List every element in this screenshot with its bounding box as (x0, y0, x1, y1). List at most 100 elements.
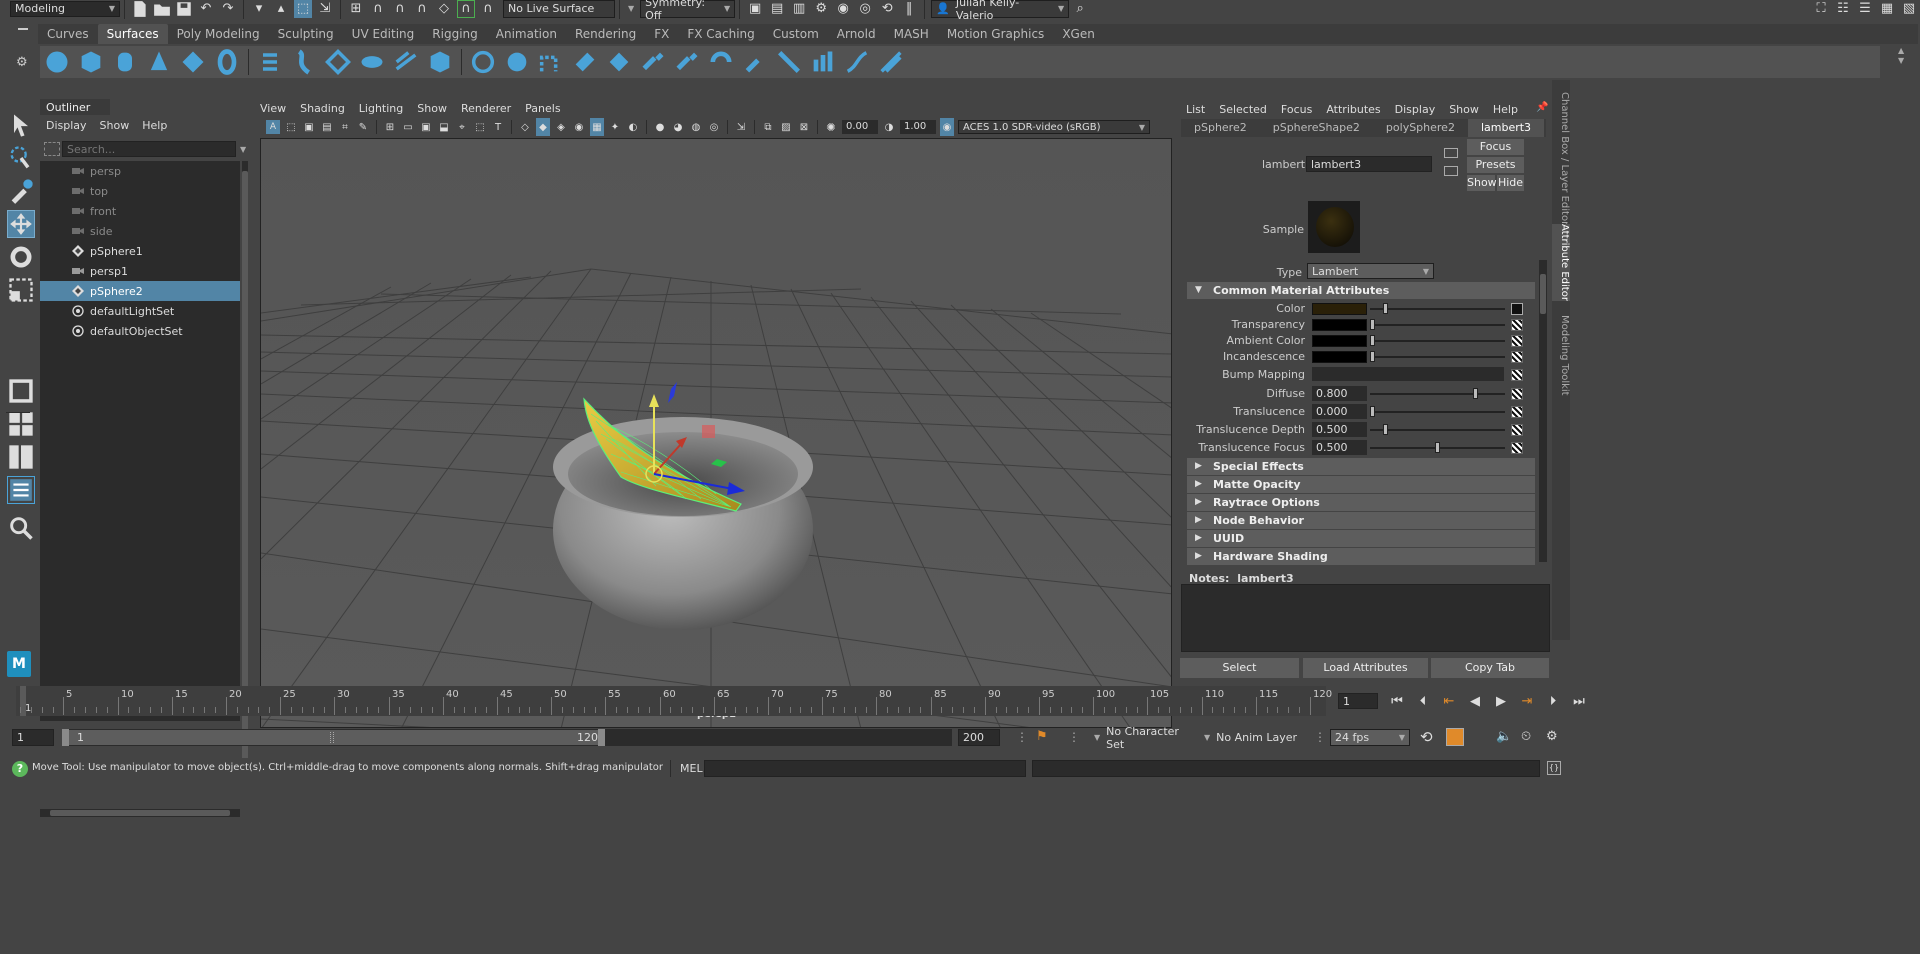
loop-icon[interactable]: ⟲ (1420, 728, 1433, 746)
image-plane-icon[interactable]: ▤ (320, 118, 334, 136)
lasso-tool-icon[interactable] (7, 144, 35, 172)
playback-options-icon[interactable]: ⏲ (1521, 729, 1531, 744)
safe-action-icon[interactable]: ⬚ (473, 118, 487, 136)
range-slider[interactable]: 1 120 (62, 729, 952, 746)
range-menu-icon[interactable]: ⋮ (1016, 730, 1028, 744)
shelf-tab-fx-caching[interactable]: FX Caching (678, 24, 763, 44)
attr-slider[interactable] (1370, 308, 1505, 310)
search-input[interactable] (62, 141, 236, 157)
extend-icon[interactable] (775, 48, 803, 76)
untrim-icon[interactable] (571, 48, 599, 76)
outliner-item[interactable]: defaultObjectSet (40, 321, 240, 341)
attach-icon[interactable] (605, 48, 633, 76)
snap-grid-icon[interactable]: ⊞ (347, 0, 365, 18)
select-component-icon[interactable]: ⬚ (294, 0, 312, 18)
ae-menu-help[interactable]: Help (1493, 103, 1518, 116)
smooth-shade-icon[interactable]: ◆ (536, 118, 550, 136)
checker-map-icon[interactable] (1511, 351, 1523, 363)
shelf-tab-motion-graphics[interactable]: Motion Graphics (938, 24, 1054, 44)
command-line-input[interactable] (704, 760, 1026, 777)
slider-knob[interactable] (1383, 424, 1388, 435)
user-account-dropdown[interactable]: 👤 Julian Kelly-Valerio ▼ (931, 0, 1070, 22)
side-tab-attribute-editor[interactable]: Attribute Editor (1552, 224, 1570, 301)
auto-key-icon[interactable]: ⚑ (1036, 729, 1052, 745)
presets-button[interactable]: Presets (1467, 157, 1524, 173)
scene-start-field[interactable] (12, 729, 54, 746)
shelf-scroll[interactable]: ▲ ▼ (1898, 46, 1906, 78)
nurbs-torus-icon[interactable] (213, 48, 241, 76)
ae-node-tab-polysphere2[interactable]: polySphere2 (1373, 119, 1468, 137)
help-icon[interactable]: ? (12, 761, 28, 777)
shelf-tab-xgen[interactable]: XGen (1053, 24, 1104, 44)
go-to-start-icon[interactable]: ⏮ (1388, 692, 1406, 710)
section-special-effects[interactable]: ▶ Special Effects (1187, 458, 1535, 475)
section-node-behavior[interactable]: ▶ Node Behavior (1187, 512, 1535, 529)
range-menu-icon-2[interactable]: ⋮ (1068, 730, 1080, 744)
xray-active-icon[interactable]: ▨ (779, 118, 793, 136)
outliner-item[interactable]: front (40, 201, 240, 221)
section-raytrace-options[interactable]: ▶ Raytrace Options (1187, 494, 1535, 511)
scene-end-field[interactable] (958, 729, 1000, 746)
shelf-tab-animation[interactable]: Animation (487, 24, 566, 44)
cache-playback-icon[interactable] (1446, 728, 1464, 746)
ipr-render-icon[interactable]: ▥ (790, 0, 808, 18)
hypershade-icon[interactable]: ◉ (834, 0, 852, 18)
trim-icon[interactable] (537, 48, 565, 76)
outliner-item[interactable]: persp (40, 161, 240, 181)
scale-tool-icon[interactable] (7, 276, 35, 304)
redo-icon[interactable]: ↷ (219, 0, 237, 18)
shelf-tab-rigging[interactable]: Rigging (423, 24, 486, 44)
attr-value-field[interactable]: 0.800 (1312, 386, 1367, 401)
slider-knob[interactable] (1370, 335, 1375, 346)
color-swatch[interactable] (1312, 319, 1367, 331)
isolate-select-icon[interactable]: ⇲ (734, 118, 748, 136)
xray-icon[interactable]: ▦ (590, 118, 604, 136)
ae-menu-attributes[interactable]: Attributes (1326, 103, 1380, 116)
toggle-channel-box-icon[interactable]: ☷ (1834, 0, 1852, 18)
attr-value-field[interactable]: 0.000 (1312, 404, 1367, 419)
outliner-item[interactable]: side (40, 221, 240, 241)
checker-map-icon[interactable] (1511, 424, 1523, 436)
checker-map-icon[interactable] (1511, 335, 1523, 347)
step-back-frame-icon[interactable]: ⏴ (1414, 692, 1432, 710)
mel-label[interactable]: MEL (680, 762, 703, 775)
load-attributes-button[interactable]: Load Attributes (1303, 658, 1428, 678)
shelf-tab-uv-editing[interactable]: UV Editing (343, 24, 424, 44)
wireframe-on-shaded-icon[interactable]: ◈ (554, 118, 568, 136)
sound-icon[interactable]: 🔈 (1496, 729, 1512, 744)
snap-curve-icon[interactable]: ∩ (369, 0, 387, 18)
rebuild-icon[interactable] (843, 48, 871, 76)
script-editor-icon[interactable]: {} (1547, 761, 1561, 775)
range-menu-icon-3[interactable]: ⋮ (1314, 730, 1326, 744)
play-backwards-icon[interactable]: ◀ (1466, 692, 1484, 710)
chevron-down-icon[interactable]: ▼ (628, 4, 634, 13)
grease-pencil-icon[interactable]: ✎ (356, 118, 370, 136)
pause-icon[interactable]: ‖ (900, 0, 918, 18)
select-hierarchy-icon[interactable]: ▾ (250, 0, 268, 18)
color-space-dropdown[interactable]: ACES 1.0 SDR-video (sRGB) ▼ (958, 120, 1150, 134)
bevel-plus-icon[interactable] (426, 48, 454, 76)
checker-map-icon[interactable] (1511, 319, 1523, 331)
planar-icon[interactable] (324, 48, 352, 76)
intersect-icon[interactable] (469, 48, 497, 76)
color-swatch[interactable] (1312, 351, 1367, 363)
outliner-menu-help[interactable]: Help (142, 119, 167, 132)
show-button[interactable]: Show (1467, 175, 1497, 191)
notes-textarea[interactable] (1181, 584, 1550, 652)
outliner-vscroll[interactable] (242, 161, 248, 771)
field-chart-icon[interactable]: ⌖ (455, 118, 469, 136)
2d-pan-zoom-icon[interactable]: ⌗ (338, 118, 352, 136)
shelf-tab-custom[interactable]: Custom (764, 24, 828, 44)
shadows-icon[interactable]: ◐ (626, 118, 640, 136)
select-tool-icon[interactable] (7, 111, 35, 139)
make-live-icon[interactable]: ∩ (479, 0, 497, 18)
use-all-lights-icon[interactable]: ✦ (608, 118, 622, 136)
viewport-menu-shading[interactable]: Shading (300, 102, 345, 115)
fps-dropdown[interactable]: 24 fps ▼ (1330, 729, 1410, 746)
render-view-icon[interactable]: ▣ (746, 0, 764, 18)
rotate-tool-icon[interactable] (7, 243, 35, 271)
resolution-gate-icon[interactable]: ▣ (419, 118, 433, 136)
attr-slider[interactable] (1370, 356, 1505, 358)
motion-blur-icon[interactable]: ◕ (671, 118, 685, 136)
outliner-item[interactable]: top (40, 181, 240, 201)
